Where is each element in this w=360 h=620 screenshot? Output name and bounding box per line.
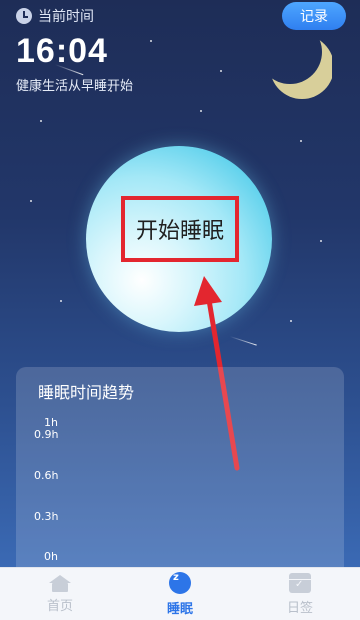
bottom-tab-bar: 首页 睡眠 日签	[0, 567, 360, 620]
calendar-icon	[289, 572, 311, 593]
y-tick-0h: 0h	[44, 550, 58, 563]
home-icon	[49, 574, 71, 592]
current-time-label: 当前时间	[38, 9, 94, 25]
tab-daily-card[interactable]: 日签	[240, 568, 360, 620]
tab-sleep[interactable]: 睡眠	[120, 568, 240, 620]
trend-title: 睡眠时间趋势	[38, 383, 135, 402]
crescent-moon-icon	[270, 35, 332, 99]
y-tick-0.9h: 0.9h	[34, 428, 59, 441]
y-tick-0.3h: 0.3h	[34, 510, 59, 523]
clock-icon	[16, 8, 32, 24]
start-sleep-button[interactable]: 开始睡眠	[121, 196, 239, 262]
tab-sleep-label: 睡眠	[166, 601, 193, 617]
tab-daily-card-label: 日签	[286, 600, 313, 616]
sleep-icon	[169, 571, 191, 594]
tab-home[interactable]: 首页	[0, 568, 120, 620]
y-tick-0.6h: 0.6h	[34, 469, 59, 482]
sleep-trend-card: 睡眠时间趋势 1h 0.9h 0.6h 0.3h 0h	[16, 367, 344, 587]
tab-home-label: 首页	[46, 598, 73, 614]
start-sleep-label: 开始睡眠	[135, 219, 224, 244]
